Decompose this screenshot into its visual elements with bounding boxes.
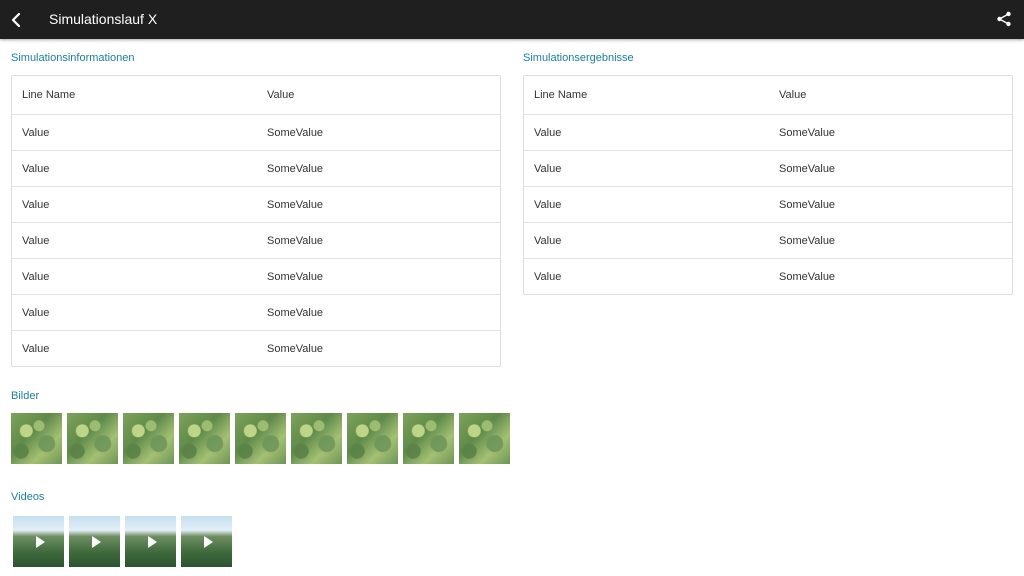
table-row: Value SomeValue	[524, 258, 1012, 294]
row-name: Value	[22, 342, 50, 355]
row-value: SomeValue	[779, 162, 836, 175]
row-value: SomeValue	[779, 126, 836, 139]
table-row: Value SomeValue	[12, 258, 500, 294]
header-value: Value	[267, 89, 295, 101]
header-name: Line Name	[534, 89, 588, 101]
row-value: SomeValue	[779, 270, 836, 283]
play-icon	[35, 535, 45, 548]
row-value: SomeValue	[779, 234, 836, 247]
image-thumbnail[interactable]	[347, 413, 398, 464]
table-row: Value SomeValue	[524, 114, 1012, 150]
row-value: SomeValue	[267, 234, 324, 247]
page-title: Simulationslauf X	[49, 11, 158, 27]
row-name: Value	[534, 234, 562, 247]
video-thumbnail[interactable]	[181, 516, 232, 567]
image-thumbnail[interactable]	[291, 413, 342, 464]
table-row: Value SomeValue	[12, 330, 500, 366]
row-name: Value	[22, 306, 50, 319]
row-value: SomeValue	[267, 342, 324, 355]
table-row: Value SomeValue	[12, 222, 500, 258]
row-name: Value	[534, 126, 562, 139]
row-value: SomeValue	[267, 306, 324, 319]
images-title: Bilder	[11, 390, 40, 402]
table-header: Line Name Value	[12, 76, 500, 114]
table-row: Value SomeValue	[12, 186, 500, 222]
row-value: SomeValue	[267, 198, 324, 211]
sim-results-title: Simulationsergebnisse	[523, 52, 634, 64]
play-icon	[147, 535, 157, 548]
row-name: Value	[534, 162, 562, 175]
video-thumbnail[interactable]	[13, 516, 64, 567]
app-bar: Simulationslauf X	[0, 0, 1024, 39]
video-gallery	[13, 516, 237, 567]
chevron-left-icon	[11, 12, 21, 28]
table-row: Value SomeValue	[12, 150, 500, 186]
image-thumbnail[interactable]	[403, 413, 454, 464]
table-row: Value SomeValue	[12, 294, 500, 330]
row-name: Value	[22, 270, 50, 283]
table-row: Value SomeValue	[524, 150, 1012, 186]
video-thumbnail[interactable]	[125, 516, 176, 567]
row-name: Value	[22, 162, 50, 175]
row-name: Value	[22, 234, 50, 247]
sim-info-title: Simulationsinformationen	[11, 52, 135, 64]
row-name: Value	[22, 126, 50, 139]
row-value: SomeValue	[267, 162, 324, 175]
row-name: Value	[534, 270, 562, 283]
row-name: Value	[534, 198, 562, 211]
image-gallery	[11, 413, 515, 464]
image-thumbnail[interactable]	[235, 413, 286, 464]
sim-info-table: Line Name Value Value SomeValue Value So…	[11, 75, 501, 367]
play-icon	[203, 535, 213, 548]
table-row: Value SomeValue	[12, 114, 500, 150]
row-value: SomeValue	[267, 126, 324, 139]
sim-results-table: Line Name Value Value SomeValue Value So…	[523, 75, 1013, 295]
table-row: Value SomeValue	[524, 186, 1012, 222]
header-name: Line Name	[22, 89, 76, 101]
videos-title: Videos	[11, 491, 45, 503]
video-thumbnail[interactable]	[69, 516, 120, 567]
row-value: SomeValue	[267, 270, 324, 283]
play-icon	[91, 535, 101, 548]
image-thumbnail[interactable]	[11, 413, 62, 464]
header-value: Value	[779, 89, 807, 101]
image-thumbnail[interactable]	[67, 413, 118, 464]
row-value: SomeValue	[779, 198, 836, 211]
image-thumbnail[interactable]	[459, 413, 510, 464]
image-thumbnail[interactable]	[123, 413, 174, 464]
share-button[interactable]	[994, 9, 1014, 29]
share-icon	[997, 11, 1011, 27]
table-header: Line Name Value	[524, 76, 1012, 114]
row-name: Value	[22, 198, 50, 211]
back-button[interactable]	[4, 4, 28, 36]
image-thumbnail[interactable]	[179, 413, 230, 464]
table-row: Value SomeValue	[524, 222, 1012, 258]
